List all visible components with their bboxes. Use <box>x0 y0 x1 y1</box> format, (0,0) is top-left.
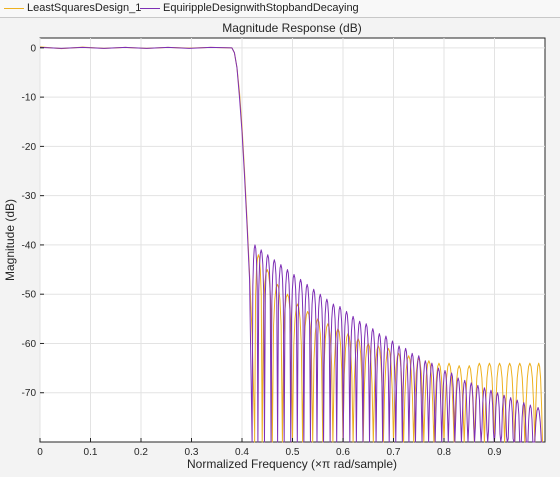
y-tick-label: -50 <box>22 290 37 301</box>
y-tick-label: -10 <box>22 93 37 104</box>
x-tick-label: 0.9 <box>488 447 502 458</box>
chart-title: Magnitude Response (dB) <box>222 21 361 35</box>
x-tick-label: 0.2 <box>134 447 148 458</box>
y-axis-label: Magnitude (dB) <box>3 199 17 281</box>
y-tick-label: -20 <box>22 142 37 153</box>
y-tick-label: -70 <box>22 388 37 399</box>
x-tick-label: 0.8 <box>437 447 451 458</box>
x-tick-label: 0.1 <box>84 447 98 458</box>
magnitude-response-chart: 0 0.1 0.2 0.3 0.4 0.5 0.6 0.7 0.8 0.90-10-20-30-4… <box>3 21 546 471</box>
y-tick-label: 0 <box>30 43 36 54</box>
x-tick-label: 0 <box>37 447 43 458</box>
y-tick-label: -30 <box>22 191 37 202</box>
y-tick-label: -60 <box>22 339 37 350</box>
x-axis-label: Normalized Frequency (×π rad/sample) <box>187 457 397 471</box>
y-tick-label: -40 <box>22 240 37 251</box>
